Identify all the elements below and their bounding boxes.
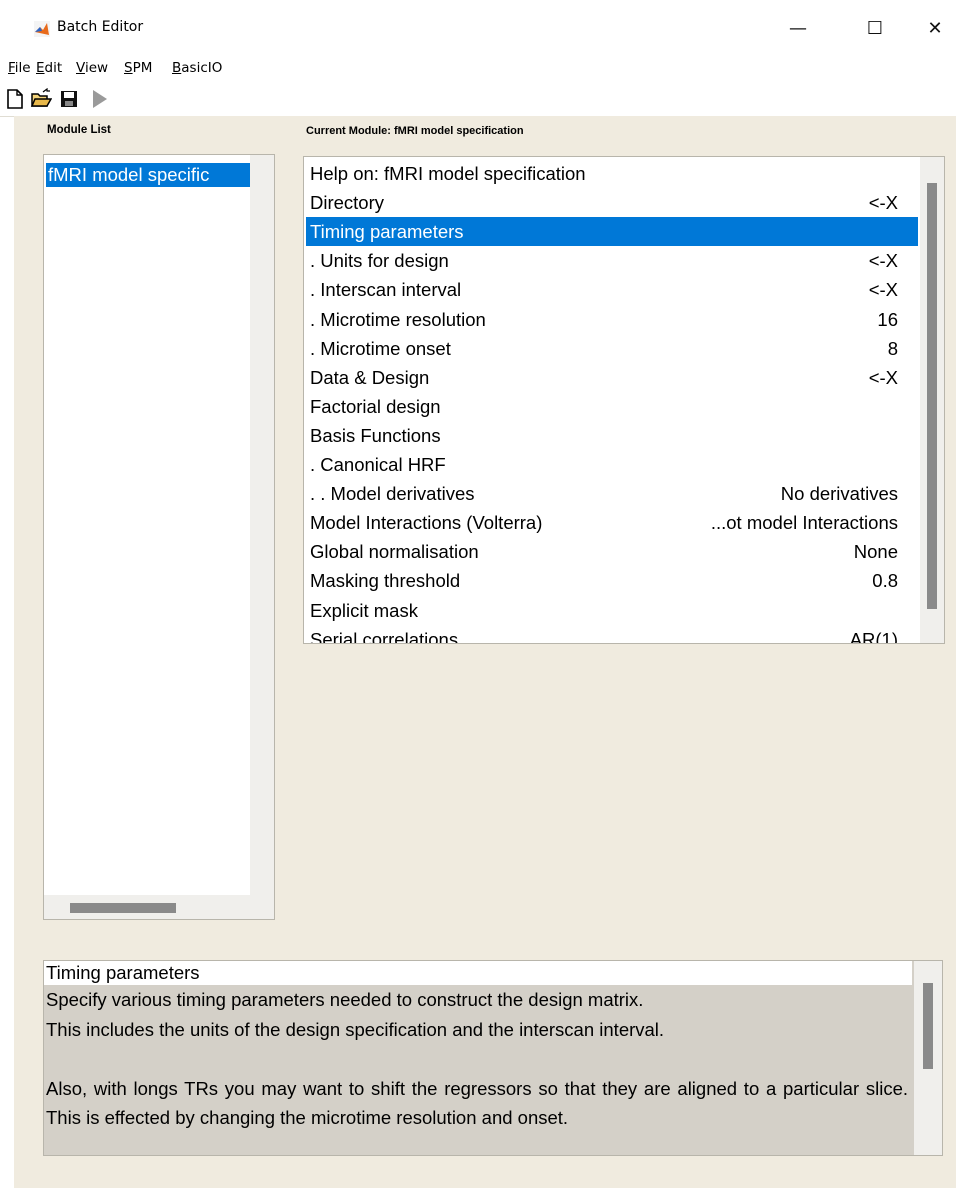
matlab-icon xyxy=(34,21,50,37)
row-label: Timing parameters xyxy=(310,221,464,243)
help-line: This includes the units of the design sp… xyxy=(46,1018,665,1040)
row-label: . Canonical HRF xyxy=(310,454,446,475)
menu-basicio[interactable]: BasicIO xyxy=(172,60,222,76)
module-list-header: Module List xyxy=(47,124,111,136)
module-row[interactable]: Help on: fMRI model specification xyxy=(306,159,918,188)
maximize-button[interactable]: ☐ xyxy=(852,12,898,46)
row-value: <-X xyxy=(868,366,898,388)
help-line: Specify various timing parameters needed… xyxy=(46,989,644,1010)
row-label: Factorial design xyxy=(310,395,441,417)
module-row[interactable]: Serial correlations AR(1) xyxy=(306,625,918,644)
module-row[interactable]: Masking threshold 0.8 xyxy=(306,566,918,595)
row-value: 8 xyxy=(887,337,898,359)
vscroll-thumb[interactable] xyxy=(923,983,933,1069)
menu-view[interactable]: View xyxy=(76,60,108,76)
save-icon[interactable] xyxy=(58,88,80,110)
close-button[interactable]: ✕ xyxy=(912,12,956,46)
minimize-icon: — xyxy=(789,18,807,39)
toolbar xyxy=(0,82,956,117)
help-text: Specify various timing parameters needed… xyxy=(46,985,908,1133)
row-label: Help on: fMRI model specification xyxy=(310,163,586,184)
module-row[interactable]: Factorial design xyxy=(306,392,918,421)
hscroll-thumb[interactable] xyxy=(70,903,176,913)
selected-module-row[interactable]: Timing parameters xyxy=(306,217,918,247)
help-panel: Timing parameters Specify various timing… xyxy=(43,960,943,1156)
row-value: 16 xyxy=(877,308,898,330)
module-row[interactable]: . Canonical HRF xyxy=(306,450,918,479)
module-row[interactable]: . . Model derivatives No derivatives xyxy=(306,479,918,508)
module-list-hscrollbar[interactable] xyxy=(44,895,274,919)
row-value: No derivatives xyxy=(780,483,898,505)
module-row[interactable]: . Microtime onset 8 xyxy=(306,334,918,363)
row-value: <-X xyxy=(868,250,898,272)
module-row[interactable]: Data & Design <-X xyxy=(306,363,918,392)
module-list[interactable]: fMRI model specific xyxy=(43,154,275,920)
row-label: Data & Design xyxy=(310,366,430,388)
batch-editor-window: Batch Editor — ☐ ✕ File Edit View SPM Ba… xyxy=(0,0,956,1188)
menu-file[interactable]: File xyxy=(8,60,31,76)
row-label: Model Interactions (Volterra) xyxy=(310,512,543,534)
menu-bar: File Edit View SPM BasicIO xyxy=(0,58,956,82)
row-value: ...ot model Interactions xyxy=(710,512,898,534)
row-value: <-X xyxy=(868,279,898,301)
row-label: Basis Functions xyxy=(310,424,441,446)
window-title: Batch Editor xyxy=(57,19,144,35)
module-row[interactable]: Global normalisation None xyxy=(306,537,918,566)
minimize-button[interactable]: — xyxy=(775,12,821,46)
row-value: None xyxy=(853,541,898,563)
module-row[interactable]: . Interscan interval <-X xyxy=(306,275,918,304)
module-list-item[interactable]: fMRI model specific xyxy=(46,163,250,187)
open-folder-icon[interactable] xyxy=(30,88,52,110)
run-icon[interactable] xyxy=(88,88,110,110)
row-label: Explicit mask xyxy=(310,599,418,621)
module-row[interactable]: . Microtime resolution 16 xyxy=(306,305,918,334)
row-label: . . Model derivatives xyxy=(310,483,475,505)
row-label: Directory xyxy=(310,192,385,214)
current-module-vscrollbar[interactable] xyxy=(920,157,944,643)
help-title: Timing parameters xyxy=(44,961,912,985)
module-row[interactable]: . Units for design <-X xyxy=(306,246,918,275)
module-row[interactable]: Model Interactions (Volterra) ...ot model… xyxy=(306,508,918,537)
title-bar: Batch Editor — ☐ ✕ xyxy=(0,0,956,58)
maximize-icon: ☐ xyxy=(866,18,884,39)
current-module-header: Current Module: fMRI model specification xyxy=(306,125,524,137)
help-vscrollbar[interactable] xyxy=(914,961,942,1155)
current-module-list[interactable]: Serial correlations AR(1) Explicit mask Mas… xyxy=(303,156,945,644)
close-icon: ✕ xyxy=(927,18,943,39)
module-row[interactable]: Explicit mask xyxy=(306,596,918,625)
row-label: . Units for design xyxy=(310,250,449,272)
row-label: . Interscan interval xyxy=(310,279,462,301)
menu-spm[interactable]: SPM xyxy=(124,60,152,76)
menu-edit[interactable]: Edit xyxy=(36,60,62,76)
row-label: . Microtime resolution xyxy=(310,308,486,330)
row-label: . Microtime onset xyxy=(310,337,451,359)
vscroll-thumb[interactable] xyxy=(927,183,937,609)
new-file-icon[interactable] xyxy=(4,88,26,110)
row-value: 0.8 xyxy=(872,570,898,592)
row-value: <-X xyxy=(868,192,898,214)
module-list-vscrollbar[interactable] xyxy=(250,155,274,895)
module-row[interactable]: Directory <-X xyxy=(306,188,918,217)
row-value: AR(1) xyxy=(849,628,898,644)
row-label: Global normalisation xyxy=(310,541,479,563)
module-row[interactable]: Basis Functions xyxy=(306,421,918,450)
help-paragraph: Also, with longs TRs you may want to shi… xyxy=(46,1077,908,1129)
row-label: Masking threshold xyxy=(310,570,461,592)
row-label: Serial correlations xyxy=(310,628,459,644)
